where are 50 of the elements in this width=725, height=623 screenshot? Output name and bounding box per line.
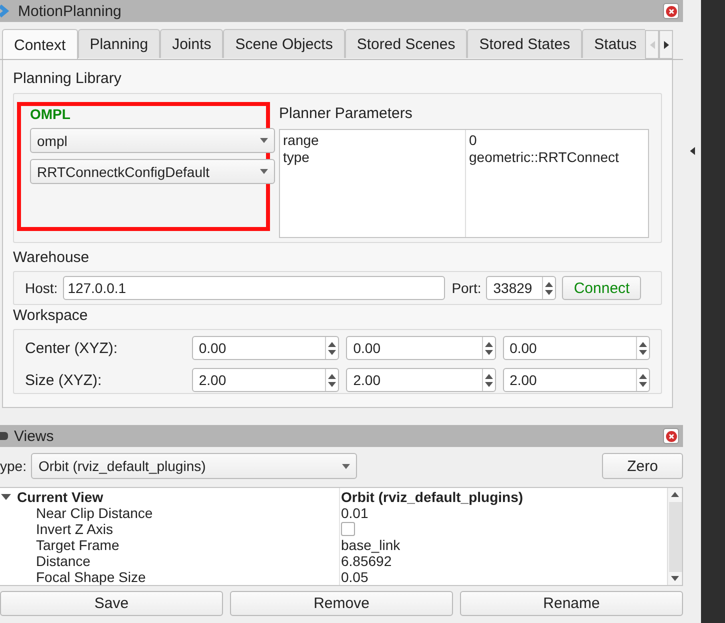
- tab[interactable]: Joints: [160, 29, 224, 58]
- number-spinbox[interactable]: 0.00: [346, 336, 496, 360]
- parameter-name: type: [283, 149, 310, 166]
- property-value: base_link: [341, 537, 400, 553]
- property-value: 0.01: [341, 505, 368, 521]
- tab[interactable]: Stored States: [467, 29, 582, 58]
- group-label: OMPL: [30, 106, 70, 122]
- number-spinbox[interactable]: 2.00: [346, 368, 496, 392]
- action-button[interactable]: Save: [0, 591, 223, 616]
- host-label: Host:: [25, 280, 58, 296]
- planner-dropdown[interactable]: RRTConnectkConfigDefault: [30, 159, 275, 184]
- view-type-dropdown[interactable]: Orbit (rviz_default_plugins): [31, 453, 358, 479]
- number-spinbox[interactable]: 2.00: [192, 368, 340, 392]
- property-name: Near Clip Distance: [36, 505, 153, 521]
- property-value: 6.85692: [341, 553, 392, 569]
- library-dropdown[interactable]: ompl: [30, 128, 275, 153]
- tab[interactable]: Scene Objects: [223, 29, 345, 58]
- window-title: MotionPlanning: [18, 2, 122, 20]
- tab[interactable]: Planning: [78, 29, 160, 58]
- section-label: Workspace: [13, 307, 89, 326]
- row-label: Center (XYZ):: [25, 340, 119, 356]
- property-value: 0.05: [341, 569, 368, 585]
- section-label: Planning Library: [13, 70, 122, 89]
- host-field[interactable]: 127.0.0.1: [62, 276, 445, 300]
- connect-button[interactable]: Connect: [562, 276, 642, 300]
- number-spinbox[interactable]: 0.00: [502, 336, 650, 360]
- number-spinbox[interactable]: 2.00: [502, 368, 650, 392]
- port-label: Port:: [452, 280, 482, 296]
- tab[interactable]: Stored Scenes: [344, 29, 468, 58]
- property-value: Orbit (rviz_default_plugins): [341, 489, 524, 505]
- section-label: Warehouse: [13, 249, 90, 268]
- property-name: Invert Z Axis: [36, 521, 114, 537]
- parameter-name: range: [283, 132, 319, 149]
- parameter-value: 0: [469, 132, 477, 149]
- tree-item[interactable]: Current View: [17, 489, 104, 505]
- row-label: Size (XYZ):: [25, 372, 103, 388]
- property-name: Distance: [36, 553, 90, 569]
- action-button[interactable]: Remove: [230, 591, 453, 616]
- action-button[interactable]: Rename: [460, 591, 683, 616]
- section-label: Planner Parameters: [279, 105, 414, 124]
- number-spinbox[interactable]: 0.00: [192, 336, 340, 360]
- tab[interactable]: Status: [582, 29, 645, 58]
- tab[interactable]: Context: [2, 29, 78, 59]
- zero-button[interactable]: Zero: [602, 453, 683, 479]
- type-label: ype:: [0, 458, 26, 474]
- port-spinbox[interactable]: 33829: [486, 276, 556, 300]
- panel-title: Views: [14, 428, 55, 444]
- property-name: Focal Shape Size: [36, 569, 146, 585]
- parameter-value: geometric::RRTConnect: [469, 149, 619, 166]
- property-name: Target Frame: [36, 537, 120, 553]
